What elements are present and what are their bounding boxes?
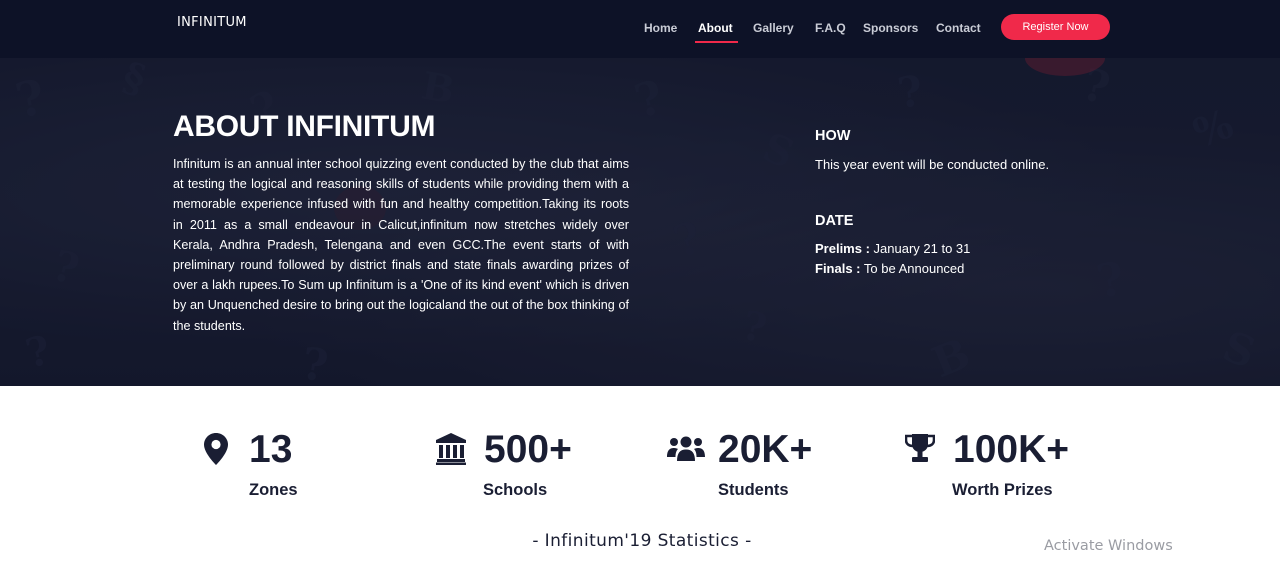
- nav-link-gallery[interactable]: Gallery: [753, 20, 794, 42]
- nav-link-faq[interactable]: F.A.Q: [815, 20, 846, 42]
- finals-label: Finals :: [815, 261, 861, 276]
- about-section: ? § ? B ? S ? ? % ? ? ? ? S ? ? B ABOUT …: [0, 58, 1280, 386]
- prelims-label: Prelims :: [815, 241, 870, 256]
- institution-icon: [436, 433, 466, 470]
- about-description: Infinitum is an annual inter school quiz…: [173, 157, 629, 333]
- navbar: INFINITUM Home About Gallery F.A.Q Spons…: [0, 0, 1280, 58]
- how-text: This year event will be conducted online…: [815, 157, 1050, 172]
- about-title: ABOUT INFINITUM: [173, 110, 436, 143]
- how-heading: HOW: [815, 128, 851, 144]
- date-heading: DATE: [815, 213, 854, 229]
- users-icon: [667, 436, 705, 467]
- prelims-date: Prelims : January 21 to 31: [815, 241, 970, 256]
- stat-value: 100K+: [953, 428, 1070, 471]
- stat-label: Worth Prizes: [952, 481, 1053, 499]
- finals-value: To be Announced: [863, 261, 965, 276]
- prelims-value: January 21 to 31: [873, 241, 971, 256]
- stat-prizes: 100K+ Worth Prizes: [904, 428, 1105, 508]
- stat-schools: 500+ Schools: [436, 428, 616, 508]
- finals-date: Finals : To be Announced: [815, 261, 964, 276]
- stat-students: 20K+ Students: [667, 428, 847, 508]
- stat-zones: 13 Zones: [204, 428, 344, 508]
- activate-windows-watermark: Activate Windows: [1044, 538, 1173, 554]
- trophy-icon: [904, 433, 936, 468]
- nav-link-contact[interactable]: Contact: [936, 20, 981, 42]
- stat-value: 13: [249, 428, 293, 471]
- nav-link-sponsors[interactable]: Sponsors: [863, 20, 918, 42]
- map-marker-icon: [204, 433, 228, 470]
- site-logo[interactable]: INFINITUM: [177, 15, 247, 30]
- nav-link-home[interactable]: Home: [644, 20, 677, 42]
- stat-label: Zones: [249, 481, 298, 499]
- stat-label: Schools: [483, 481, 548, 499]
- stat-label: Students: [718, 481, 789, 499]
- stat-value: 20K+: [718, 428, 813, 471]
- register-now-button[interactable]: Register Now: [1001, 14, 1110, 40]
- nav-link-about[interactable]: About: [695, 20, 738, 43]
- stat-value: 500+: [484, 428, 572, 471]
